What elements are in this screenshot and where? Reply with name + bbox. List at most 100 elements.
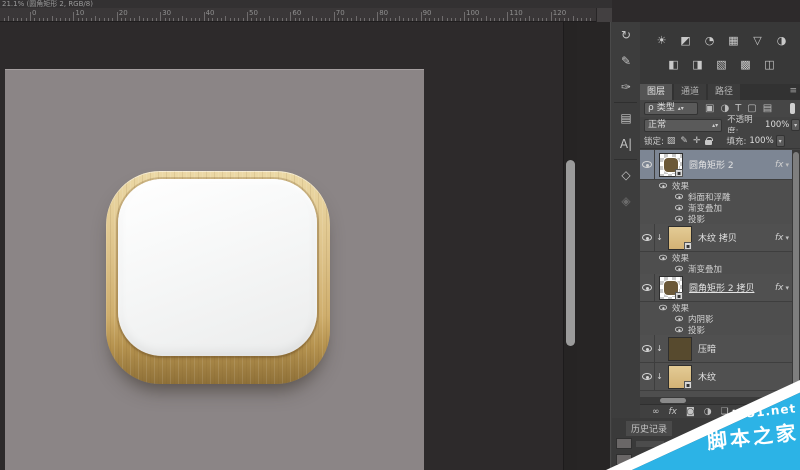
collapse-effects-icon[interactable]: ▾ (785, 161, 789, 169)
layer-thumbnail[interactable]: ▪ (659, 276, 683, 300)
layers-scrollbar[interactable] (792, 150, 800, 397)
eye-icon[interactable] (675, 205, 683, 211)
panel-menu-icon[interactable]: ≡ (789, 86, 797, 96)
effect-row[interactable]: 内阴影 (640, 313, 792, 324)
eye-icon[interactable] (675, 316, 683, 322)
effects-header-row[interactable]: 效果 (640, 252, 792, 263)
fill-value[interactable]: 100% (749, 136, 773, 146)
canvas-vertical-scrollbar[interactable] (563, 22, 577, 470)
ruler-tick (503, 18, 504, 21)
effect-row[interactable]: 斜面和浮雕 (640, 191, 792, 202)
ruler-tick (212, 18, 213, 21)
lock-all-icon[interactable] (705, 140, 712, 145)
canvas[interactable] (5, 69, 424, 470)
fill-dropdown-icon[interactable]: ▾ (776, 135, 785, 147)
adjustment-brightness-icon[interactable]: ☀ (654, 34, 669, 48)
layer-name: 木纹 (698, 370, 792, 383)
adjustment-vibrance-icon[interactable]: ▽ (750, 34, 765, 48)
ruler-tick (17, 18, 18, 21)
layer-thumbnail[interactable]: ▪ (668, 365, 692, 389)
adjustment-channelmixer-icon[interactable]: ▩ (738, 58, 753, 72)
layers-horizontal-scrollbar-thumb[interactable] (660, 398, 686, 403)
adjustment-blackwhite-icon[interactable]: ◨ (690, 58, 705, 72)
dock-icon-info[interactable]: ▤ (611, 105, 641, 131)
layer-thumbnail[interactable] (668, 337, 692, 361)
adjustment-hue-icon[interactable]: ◑ (774, 34, 789, 48)
ruler-tick (99, 18, 100, 21)
eye-icon[interactable] (675, 266, 683, 272)
layer-row[interactable]: ↓压暗 (640, 335, 792, 363)
adjustment-layer-icon[interactable]: ◑ (704, 407, 712, 417)
ruler-tick (26, 18, 27, 21)
adjustment-levels-icon[interactable]: ◩ (678, 34, 693, 48)
eye-icon[interactable] (659, 183, 667, 189)
eye-icon[interactable] (675, 194, 683, 200)
dock-icon-actions[interactable]: ↻ (611, 22, 641, 48)
visibility-toggle[interactable] (640, 335, 655, 362)
layer-mask-icon[interactable]: ◙ (686, 407, 695, 417)
effect-row[interactable]: 渐变叠加 (640, 263, 792, 274)
ruler[interactable]: 0102030405060708090100110120130 (0, 8, 612, 22)
ruler-options-button[interactable] (596, 8, 612, 22)
tab-history[interactable]: 历史记录 (626, 421, 672, 436)
layers-scrollbar-thumb[interactable] (793, 152, 799, 390)
effects-header-row[interactable]: 效果 (640, 302, 792, 313)
ruler-tick (147, 18, 148, 21)
dock-icon-character[interactable]: A| (611, 131, 641, 157)
layer-row[interactable]: ↓▪木纹 (640, 363, 792, 391)
layer-row[interactable]: ▪圆角矩形 2fx▾ (640, 150, 792, 180)
dock-icon-brush-presets[interactable]: ✎ (611, 48, 641, 74)
effect-row[interactable]: 投影 (640, 213, 792, 224)
visibility-toggle[interactable] (640, 274, 655, 301)
adjustment-photofilter-icon[interactable]: ▧ (714, 58, 729, 72)
ruler-tick (377, 12, 378, 21)
ruler-tick (321, 18, 322, 21)
dock-icon-3d[interactable]: ◇ (611, 162, 641, 188)
eye-icon[interactable] (675, 216, 683, 222)
layer-row[interactable]: ▪圆角矩形 2 拷贝fx▾ (640, 274, 792, 302)
adjustment-exposure-icon[interactable]: ▦ (726, 34, 741, 48)
history-item[interactable] (616, 438, 664, 449)
layer-thumbnail[interactable]: ▪ (659, 153, 683, 177)
tab-图层[interactable]: 图层 (640, 84, 672, 100)
visibility-toggle[interactable] (640, 224, 655, 251)
adjustment-curves-icon[interactable]: ◔ (702, 34, 717, 48)
effect-row[interactable]: 渐变叠加 (640, 202, 792, 213)
collapse-effects-icon[interactable]: ▾ (785, 234, 789, 242)
link-layers-icon[interactable]: ∞ (652, 407, 660, 417)
eye-icon[interactable] (659, 255, 667, 261)
collapse-effects-icon[interactable]: ▾ (785, 284, 789, 292)
eye-icon[interactable] (675, 327, 683, 333)
lock-position-icon[interactable]: ✛ (693, 136, 701, 146)
filter-toggle-switch[interactable] (790, 103, 795, 114)
tab-通道[interactable]: 通道 (674, 84, 706, 100)
layer-style-icon[interactable]: fx (669, 407, 678, 417)
canvas-vertical-scrollbar-thumb[interactable] (566, 160, 575, 346)
lock-pixels-icon[interactable]: ✎ (680, 136, 688, 146)
visibility-toggle[interactable] (640, 150, 655, 179)
layer-row[interactable]: ↓▪木纹 拷贝fx▾ (640, 224, 792, 252)
adjustment-colorbalance-icon[interactable]: ◧ (666, 58, 681, 72)
dock-icon-clone-source[interactable]: ✑ (611, 74, 641, 100)
effect-row[interactable]: 投影 (640, 324, 792, 335)
dock-icon-timeline-disabled[interactable]: ◈ (611, 188, 641, 214)
new-group-icon[interactable]: ❏ (721, 407, 729, 417)
layers-horizontal-scrollbar[interactable] (640, 397, 792, 404)
history-item[interactable] (616, 454, 664, 465)
lock-transparency-icon[interactable]: ▨ (667, 136, 676, 146)
visibility-toggle[interactable] (640, 363, 655, 390)
adjustment-lookup-icon[interactable]: ◫ (762, 58, 777, 72)
opacity-value[interactable]: 100% (765, 120, 789, 130)
right-panel: ☀◩◔▦▽◑ ◧◨▧▩◫ 图层通道路径≡ ρ 类型 ▴▾ ▣◑T▢▤ 正常 ▴▾… (640, 22, 800, 470)
filter-kind-dropdown[interactable]: ρ 类型 ▴▾ (644, 102, 698, 115)
effects-header-row[interactable]: 效果 (640, 180, 792, 191)
filter-pixel-layers-icon[interactable]: ▣ (705, 103, 714, 114)
layer-thumbnail[interactable]: ▪ (668, 226, 692, 250)
filter-smart-objects-icon[interactable]: ▤ (763, 103, 772, 114)
eye-icon[interactable] (659, 305, 667, 311)
ruler-tick (316, 18, 317, 21)
tab-路径[interactable]: 路径 (708, 84, 740, 100)
opacity-dropdown-icon[interactable]: ▾ (791, 119, 800, 131)
blend-mode-dropdown[interactable]: 正常 ▴▾ (644, 119, 722, 132)
ruler-tick (573, 16, 574, 21)
